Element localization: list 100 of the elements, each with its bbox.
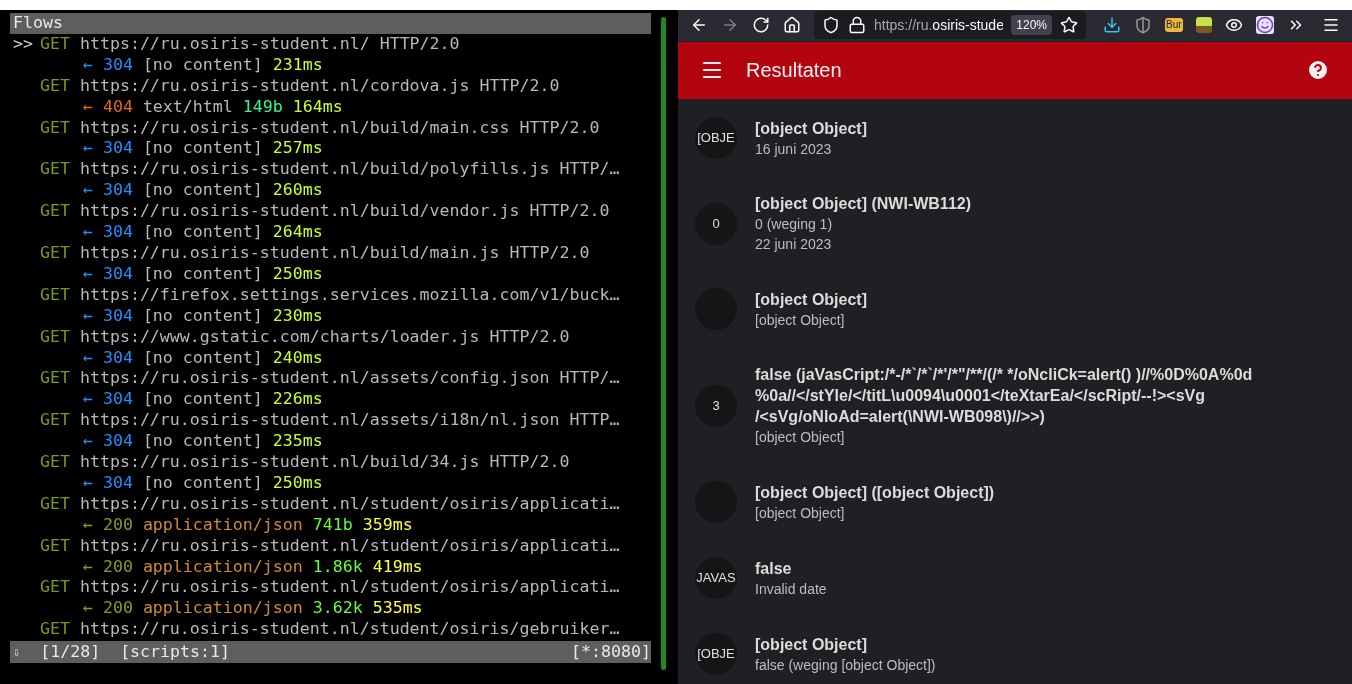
flow-entry[interactable]: GET https://ru.osiris-student.nl/student/osiris/applicati… ← 200 application/json 3.62k 535ms: [10, 577, 651, 620]
scrollbar[interactable]: [661, 17, 666, 670]
result-title: [object Object] ([object Object]): [755, 482, 996, 503]
response-time: 257ms: [272, 138, 323, 160]
response-time: 235ms: [272, 431, 323, 453]
response-content-type: [no content]: [142, 305, 263, 327]
flow-method: GET: [39, 33, 70, 55]
download-icon[interactable]: [1103, 16, 1121, 35]
response-content-type: [no content]: [142, 54, 263, 76]
response-size: 1.86k: [312, 556, 363, 578]
result-item[interactable]: JAVAS false Invalid date: [678, 557, 1352, 634]
result-detail: [object Object]: [755, 503, 846, 523]
response-arrow: ←: [82, 305, 93, 327]
result-detail: 0 (weging 1): [755, 215, 834, 235]
result-title: [object Object]: [755, 634, 868, 655]
flow-method: GET: [39, 159, 70, 181]
result-detail: [object Object]: [755, 428, 846, 448]
flow-entry[interactable]: GET https://ru.osiris-student.nl/cordova.js HTTP/2.0 ← 404 text/html 149b 164ms: [10, 75, 651, 118]
reload-button[interactable]: [752, 16, 770, 35]
result-title: [object Object] (NWI-WB112): [755, 194, 972, 215]
flow-url: https://ru.osiris-student.nl/assets/config.json HTTP/…: [79, 368, 620, 390]
flow-entry[interactable]: GET https://www.gstatic.com/charts/loader.js HTTP/2.0 ← 304 [no content] 240ms: [10, 326, 651, 369]
flow-method: GET: [39, 117, 70, 139]
response-status: 304: [102, 180, 133, 202]
response-status: 304: [102, 347, 133, 369]
flow-entry[interactable]: >> GET https://ru.osiris-student.nl/ HTTP/2.0 ← 304 [no content] 231ms: [10, 33, 651, 76]
flow-method: GET: [39, 368, 70, 390]
response-arrow: ←: [82, 263, 93, 285]
response-time: 250ms: [272, 263, 323, 285]
flow-url: https://ru.osiris-student.nl/student/osiris/applicati…: [79, 493, 620, 515]
flow-url: https://firefox.settings.services.mozilla.com/v1/buck…: [79, 284, 620, 306]
result-detail: false (weging [object Object]): [755, 655, 936, 675]
flow-entry[interactable]: GET https://ru.osiris-student.nl/student/osiris/applicati… ← 200 application/json 1.86k 419ms: [10, 535, 651, 578]
flow-method: GET: [39, 535, 70, 557]
response-arrow: ←: [82, 514, 93, 536]
flow-entry[interactable]: GET https://ru.osiris-student.nl/student/osiris/applicati… ← 200 application/json 741b 359ms: [10, 493, 651, 536]
flow-entry[interactable]: GET https://ru.osiris-student.nl/build/polyfills.js HTTP/… ← 304 [no content] 260ms: [10, 159, 651, 202]
response-time: 226ms: [272, 389, 323, 411]
response-time: 264ms: [272, 222, 323, 243]
flow-url: https://ru.osiris-student.nl/student/osiris/gebruiker…: [79, 619, 620, 641]
extension-badge[interactable]: Bur: [1165, 18, 1183, 33]
shield-icon: [822, 16, 840, 35]
response-content-type: application/json: [142, 556, 303, 578]
flow-method: GET: [39, 326, 70, 348]
result-title: false (jaVasCript:/*-/*`/*`/*'/*"/**/(/* */oNcliCk=alert() )//%0D%0A%0d %0a//</stYle/</titL\u0094\u0001</teXtarEa/</scRipt/--!><sVg /<sVg/oNloAd=alert(\NWI-WB098\)//>>): [755, 365, 1254, 428]
avatar-text: 3: [712, 396, 720, 415]
flow-url: https://ru.osiris-student.nl/assets/i18n/nl.json HTTP…: [79, 410, 620, 432]
flow-url: https://ru.osiris-student.nl/student/osiris/applicati…: [79, 577, 620, 599]
response-time: 240ms: [272, 347, 323, 369]
response-arrow: ←: [82, 180, 93, 202]
response-time: 535ms: [372, 598, 423, 620]
response-arrow: ←: [82, 54, 93, 76]
response-arrow: ←: [82, 222, 93, 243]
response-time: 230ms: [272, 305, 323, 327]
response-time: 359ms: [362, 514, 413, 536]
url-bar[interactable]: https://ru.osiris-stude 120%: [814, 11, 1086, 40]
result-detail: 16 juni 2023: [755, 139, 833, 159]
zoom-level-badge[interactable]: 120%: [1011, 15, 1052, 36]
reload-icon: [752, 16, 770, 35]
result-title: [object Object]: [755, 289, 868, 310]
response-size: 149b: [242, 96, 283, 118]
flow-entry[interactable]: GET https://ru.osiris-student.nl/build/main.css HTTP/2.0 ← 304 [no content] 257ms: [10, 117, 651, 160]
star-icon: [1060, 16, 1078, 35]
flow-entry[interactable]: GET https://ru.osiris-student.nl/student/osiris/gebruiker…: [10, 619, 651, 641]
shield-extension-icon[interactable]: [1134, 16, 1152, 35]
result-item[interactable]: [OBJE [object Object] false (weging [object Object]): [678, 633, 1352, 684]
response-content-type: application/json: [142, 514, 303, 536]
page-title: Resultaten: [746, 58, 842, 84]
flow-entry[interactable]: GET https://ru.osiris-student.nl/build/vendor.js HTTP/2.0 ← 304 [no content] 264ms: [10, 201, 651, 243]
result-item[interactable]: 3 false (jaVasCript:/*-/*`/*`/*'/*"/**/(/* */oNcliCk=alert() )//%0D%0A%0d %0a//</stYle/</titL\u0094\u0001</teXtarEa/</scRipt/--!><sVg /<sVg/oNloAd=alert(\NWI-WB098\)//>>) [object Object]: [678, 364, 1352, 482]
face-extension-icon[interactable]: [1255, 16, 1274, 35]
flow-entry[interactable]: GET https://ru.osiris-student.nl/assets/i18n/nl.json HTTP… ← 304 [no content] 235ms: [10, 410, 651, 453]
response-time: 250ms: [272, 472, 323, 494]
response-arrow: ←: [82, 347, 93, 369]
response-time: 260ms: [272, 180, 323, 202]
response-status: 304: [102, 305, 133, 327]
home-button[interactable]: [783, 16, 801, 35]
response-content-type: [no content]: [142, 263, 263, 285]
response-time: 231ms: [272, 54, 323, 76]
scripts-count: [scripts:1]: [120, 642, 231, 663]
response-arrow: ←: [82, 556, 93, 578]
response-content-type: application/json: [142, 598, 303, 620]
response-size: 741b: [312, 514, 353, 536]
result-item[interactable]: [object Object] [object Object]: [678, 288, 1352, 365]
flow-position: [1/28]: [40, 642, 101, 663]
response-arrow: ←: [82, 598, 93, 620]
result-item[interactable]: 0 [object Object] (NWI-WB112) 0 (weging 1) 22 juni 2023: [678, 193, 1352, 289]
flow-entry[interactable]: GET https://ru.osiris-student.nl/assets/config.json HTTP/… ← 304 [no content] 226ms: [10, 368, 651, 411]
response-content-type: [no content]: [142, 431, 263, 453]
result-item[interactable]: [object Object] ([object Object]) [object Object]: [678, 481, 1352, 558]
flow-entry[interactable]: GET https://ru.osiris-student.nl/build/34.js HTTP/2.0 ← 304 [no content] 250ms: [10, 452, 651, 494]
flow-entry[interactable]: GET https://ru.osiris-student.nl/build/main.js HTTP/2.0 ← 304 [no content] 250ms: [10, 242, 651, 285]
flow-entry[interactable]: GET https://firefox.settings.services.mozilla.com/v1/buck… ← 304 [no content] 230ms: [10, 284, 651, 327]
response-status: 304: [102, 222, 133, 243]
result-item[interactable]: [OBJE [object Object] 16 juni 2023: [678, 117, 1352, 194]
extension-icon[interactable]: [1195, 17, 1212, 34]
home-icon: [783, 16, 801, 35]
flow-method: GET: [39, 75, 70, 97]
flow-url: https://ru.osiris-student.nl/ HTTP/2.0: [79, 33, 460, 55]
scroll-arrow: ⇩: [13, 644, 21, 662]
